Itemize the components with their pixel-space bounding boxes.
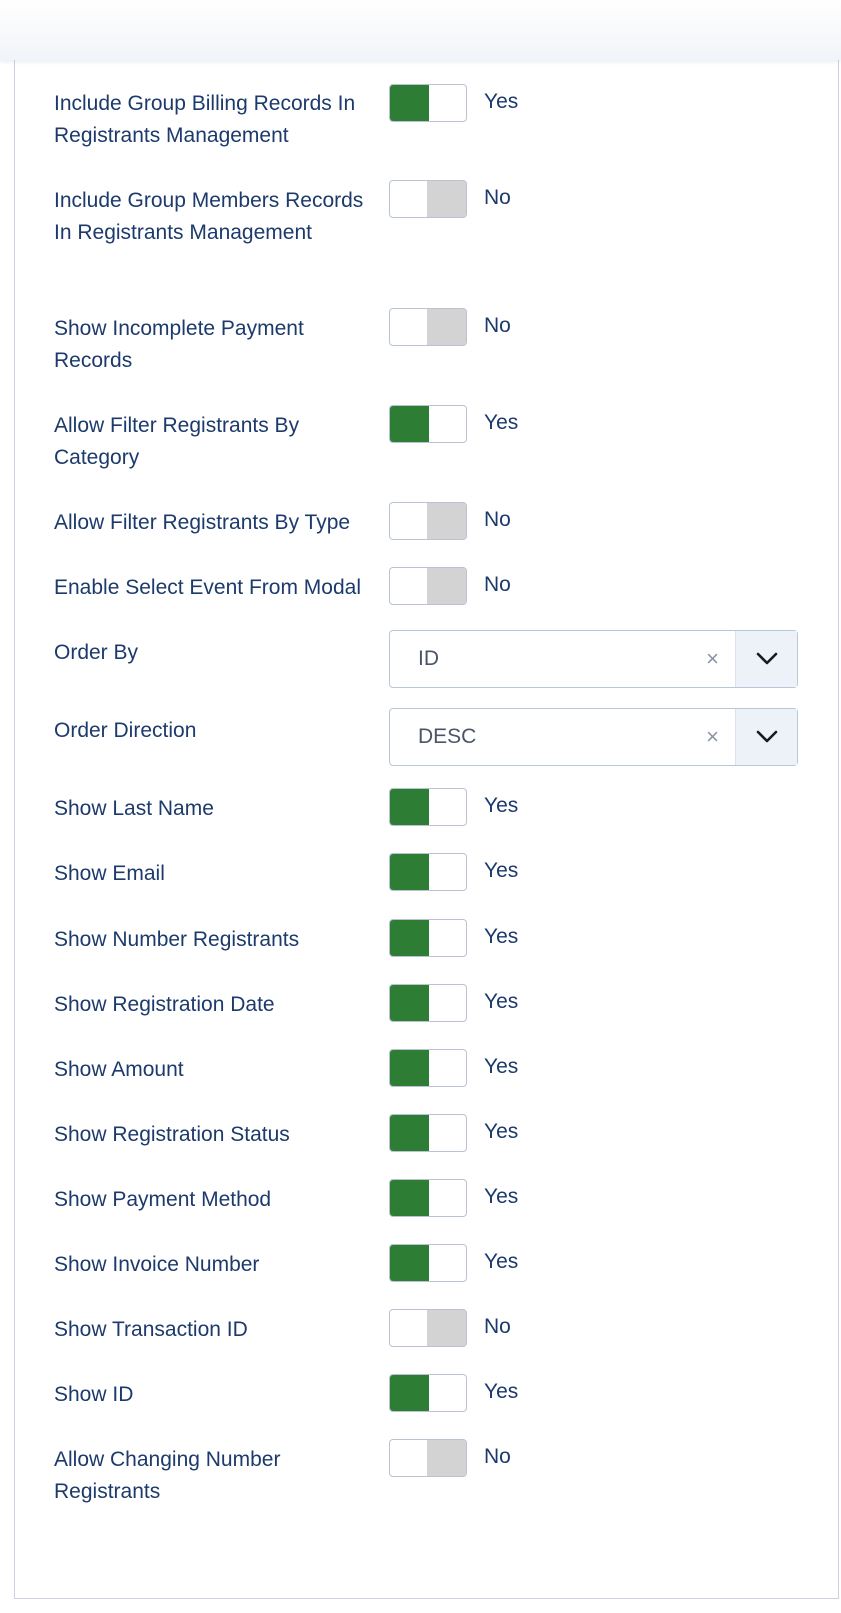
show-registration-date-toggle[interactable] bbox=[389, 984, 467, 1022]
toggle-state-text: No bbox=[484, 508, 511, 531]
toggle-knob bbox=[427, 309, 466, 345]
order-direction-select[interactable]: DESC × bbox=[389, 708, 798, 766]
settings-panel: Include Group Billing Records In Registr… bbox=[14, 60, 839, 1599]
chevron-down-icon[interactable] bbox=[735, 631, 797, 687]
toggle-state-text: Yes bbox=[484, 859, 519, 882]
toggle-knob bbox=[390, 789, 429, 825]
filter-by-category-toggle[interactable] bbox=[389, 405, 467, 443]
toggle-state-text: No bbox=[484, 186, 511, 209]
toggle-state-text: Yes bbox=[484, 794, 519, 817]
setting-label: Include Group Billing Records In Registr… bbox=[54, 92, 356, 147]
setting-label: Show Number Registrants bbox=[54, 928, 300, 951]
setting-label: Show Last Name bbox=[54, 797, 214, 820]
toggle-state-text: Yes bbox=[484, 1250, 519, 1273]
setting-label: Order By bbox=[54, 641, 139, 664]
toggle-knob bbox=[427, 181, 466, 217]
toggle-knob bbox=[390, 1115, 429, 1151]
toggle-knob bbox=[390, 985, 429, 1021]
toggle-state-text: Yes bbox=[484, 90, 519, 113]
include-group-billing-toggle[interactable] bbox=[389, 84, 467, 122]
select-value: DESC bbox=[418, 725, 477, 748]
show-registration-status-toggle[interactable] bbox=[389, 1114, 467, 1152]
setting-label: Allow Filter Registrants By Category bbox=[54, 414, 300, 469]
toggle-state-text: Yes bbox=[484, 925, 519, 948]
show-amount-toggle[interactable] bbox=[389, 1049, 467, 1087]
setting-label: Show Incomplete Payment Records bbox=[54, 317, 304, 372]
order-by-select[interactable]: ID × bbox=[389, 630, 798, 688]
setting-label: Show Amount bbox=[54, 1058, 184, 1081]
setting-label: Allow Filter Registrants By Type bbox=[54, 511, 351, 534]
setting-label: Show Email bbox=[54, 862, 165, 885]
toggle-state-text: No bbox=[484, 1315, 511, 1338]
toggle-knob bbox=[427, 1440, 466, 1476]
setting-label: Show ID bbox=[54, 1383, 134, 1406]
show-invoice-number-toggle[interactable] bbox=[389, 1244, 467, 1282]
toggle-state-text: No bbox=[484, 573, 511, 596]
top-bar bbox=[0, 0, 841, 60]
setting-label: Allow Changing Number Registrants bbox=[54, 1448, 281, 1503]
setting-label: Order Direction bbox=[54, 719, 197, 742]
show-number-registrants-toggle[interactable] bbox=[389, 919, 467, 957]
toggle-state-text: Yes bbox=[484, 1380, 519, 1403]
toggle-state-text: Yes bbox=[484, 411, 519, 434]
toggle-state-text: No bbox=[484, 314, 511, 337]
toggle-state-text: Yes bbox=[484, 990, 519, 1013]
setting-label: Show Payment Method bbox=[54, 1188, 272, 1211]
setting-label: Include Group Members Records In Registr… bbox=[54, 189, 364, 244]
toggle-knob bbox=[390, 1375, 429, 1411]
show-incomplete-payment-toggle[interactable] bbox=[389, 308, 467, 346]
toggle-knob bbox=[390, 854, 429, 890]
show-last-name-toggle[interactable] bbox=[389, 788, 467, 826]
show-id-toggle[interactable] bbox=[389, 1374, 467, 1412]
select-value: ID bbox=[418, 647, 439, 670]
toggle-state-text: Yes bbox=[484, 1185, 519, 1208]
toggle-state-text: No bbox=[484, 1445, 511, 1468]
setting-label: Show Registration Date bbox=[54, 993, 275, 1016]
toggle-knob bbox=[427, 568, 466, 604]
show-transaction-id-toggle[interactable] bbox=[389, 1309, 467, 1347]
toggle-knob bbox=[390, 85, 429, 121]
setting-label: Show Transaction ID bbox=[54, 1318, 248, 1341]
chevron-down-icon[interactable] bbox=[735, 709, 797, 765]
setting-label: Enable Select Event From Modal bbox=[54, 576, 361, 599]
toggle-state-text: Yes bbox=[484, 1055, 519, 1078]
close-icon[interactable]: × bbox=[706, 646, 719, 672]
toggle-knob bbox=[390, 1245, 429, 1281]
toggle-knob bbox=[390, 1050, 429, 1086]
setting-label: Show Invoice Number bbox=[54, 1253, 260, 1276]
show-email-toggle[interactable] bbox=[389, 853, 467, 891]
toggle-state-text: Yes bbox=[484, 1120, 519, 1143]
filter-by-type-toggle[interactable] bbox=[389, 502, 467, 540]
include-group-members-toggle[interactable] bbox=[389, 180, 467, 218]
toggle-knob bbox=[427, 1310, 466, 1346]
select-event-modal-toggle[interactable] bbox=[389, 567, 467, 605]
toggle-knob bbox=[427, 503, 466, 539]
show-payment-method-toggle[interactable] bbox=[389, 1179, 467, 1217]
toggle-knob bbox=[390, 920, 429, 956]
setting-label: Show Registration Status bbox=[54, 1123, 290, 1146]
allow-changing-number-toggle[interactable] bbox=[389, 1439, 467, 1477]
toggle-knob bbox=[390, 1180, 429, 1216]
close-icon[interactable]: × bbox=[706, 724, 719, 750]
toggle-knob bbox=[390, 406, 429, 442]
